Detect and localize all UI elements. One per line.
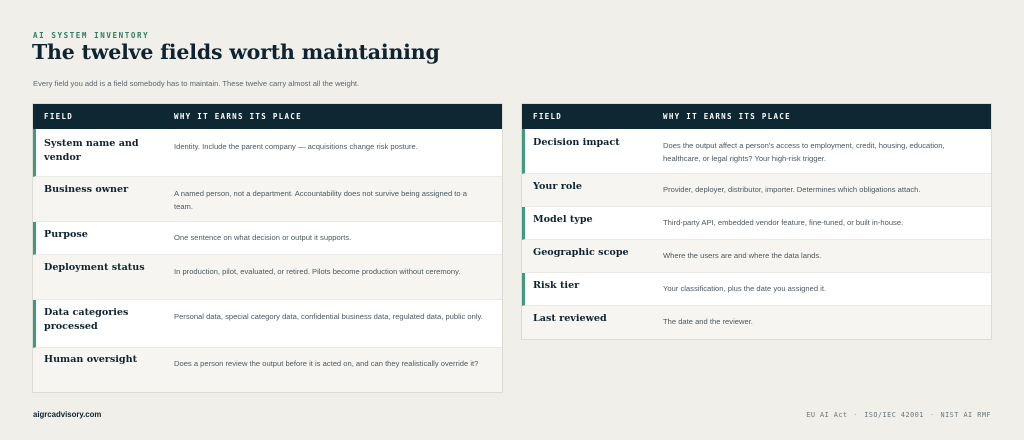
table-row: Business owner A named person, not a dep…	[33, 177, 502, 222]
fields-table-right: FIELD WHY IT EARNS ITS PLACE Decision im…	[521, 103, 992, 340]
column-header-why: WHY IT EARNS ITS PLACE	[663, 112, 791, 121]
field-reason: Does a person review the output before i…	[174, 359, 479, 368]
field-reason: In production, pilot, evaluated, or reti…	[174, 267, 461, 276]
table-row: Risk tier Your classification, plus the …	[522, 273, 991, 306]
table-row: Your role Provider, deployer, distributo…	[522, 174, 991, 207]
separator: ·	[929, 411, 935, 419]
field-reason: Provider, deployer, distributor, importe…	[663, 185, 921, 194]
framework-item: EU AI Act	[806, 411, 848, 419]
table-row: Decision impact Does the output affect a…	[522, 129, 991, 174]
field-reason: Does the output affect a person's access…	[663, 141, 945, 163]
column-header-why: WHY IT EARNS ITS PLACE	[174, 112, 302, 121]
table-row: Deployment status In production, pilot, …	[33, 255, 502, 300]
field-name: Data categories processed	[44, 307, 129, 332]
field-name: Deployment status	[44, 262, 145, 273]
framework-list: EU AI Act · ISO/IEC 42001 · NIST AI RMF	[806, 411, 991, 419]
table-header: FIELD WHY IT EARNS ITS PLACE	[33, 104, 502, 129]
field-reason: The date and the reviewer.	[663, 317, 753, 326]
table-row: Human oversight Does a person review the…	[33, 348, 502, 392]
table-row: Purpose One sentence on what decision or…	[33, 222, 502, 255]
fields-table-left: FIELD WHY IT EARNS ITS PLACE System name…	[32, 103, 503, 393]
site-link[interactable]: aigrcadvisory.com	[33, 410, 101, 419]
field-name: Model type	[533, 214, 593, 225]
field-name: Decision impact	[533, 137, 620, 148]
field-reason: Your classification, plus the date you a…	[663, 284, 827, 293]
field-name: Geographic scope	[533, 247, 629, 258]
page-title: The twelve fields worth maintaining	[32, 40, 440, 64]
field-name: Business owner	[44, 184, 129, 195]
column-header-field: FIELD	[533, 112, 563, 121]
field-name: Purpose	[44, 229, 88, 240]
field-name: System name and vendor	[44, 138, 139, 163]
table-row: Data categories processed Personal data,…	[33, 300, 502, 348]
table-row: Model type Third-party API, embedded ven…	[522, 207, 991, 240]
field-reason: Personal data, special category data, co…	[174, 312, 483, 321]
table-row: Last reviewed The date and the reviewer.	[522, 306, 991, 339]
field-reason: Where the users are and where the data l…	[663, 251, 822, 260]
field-name: Last reviewed	[533, 313, 607, 324]
field-reason: Third-party API, embedded vendor feature…	[663, 218, 904, 227]
field-reason: One sentence on what decision or output …	[174, 233, 352, 242]
eyebrow-label: AI SYSTEM INVENTORY	[33, 31, 150, 40]
field-name: Human oversight	[44, 354, 138, 365]
table-row: Geographic scope Where the users are and…	[522, 240, 991, 273]
field-name: Risk tier	[533, 280, 580, 291]
field-reason: A named person, not a department. Accoun…	[174, 189, 467, 211]
table-row: System name and vendor Identity. Include…	[33, 129, 502, 177]
field-reason: Identity. Include the parent company — a…	[174, 142, 418, 151]
page-subtitle: Every field you add is a field somebody …	[33, 79, 360, 88]
field-name: Your role	[533, 181, 582, 192]
framework-item: ISO/IEC 42001	[864, 411, 924, 419]
table-header: FIELD WHY IT EARNS ITS PLACE	[522, 104, 991, 129]
framework-item: NIST AI RMF	[940, 411, 991, 419]
column-header-field: FIELD	[44, 112, 74, 121]
separator: ·	[853, 411, 859, 419]
